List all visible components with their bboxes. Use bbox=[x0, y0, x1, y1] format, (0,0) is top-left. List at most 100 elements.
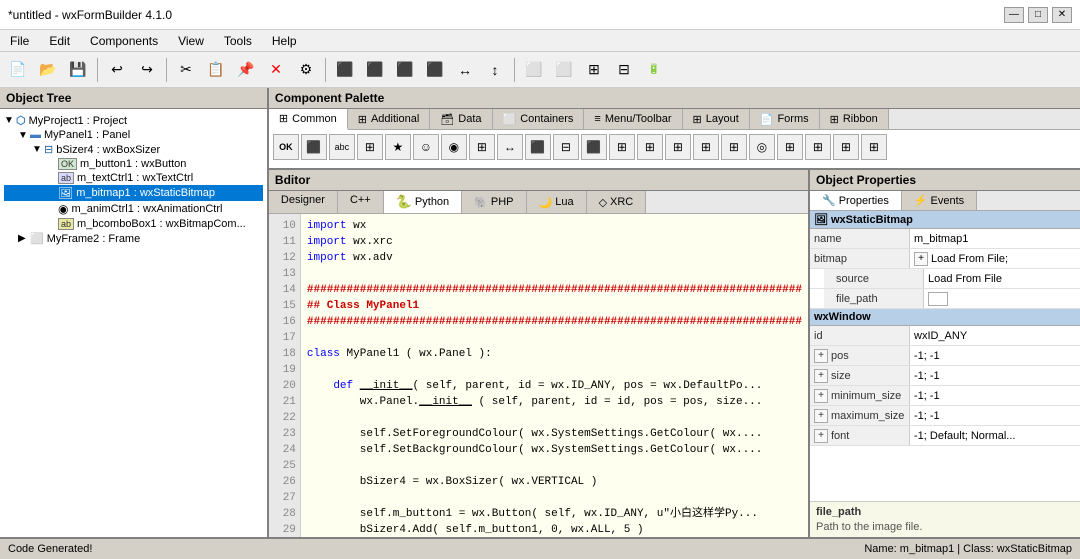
palette-item-10[interactable]: ⬛ bbox=[525, 134, 551, 160]
expand-h-button[interactable]: ↔ bbox=[451, 56, 479, 84]
code-content[interactable]: 10111213 14151617 18192021 22232425 2627… bbox=[269, 214, 808, 537]
palette-tab-additional[interactable]: ⊞ Additional bbox=[348, 109, 431, 129]
cut-button[interactable]: ✂ bbox=[172, 56, 200, 84]
tree-item-project[interactable]: ▼ ⬡ MyProject1 : Project bbox=[4, 113, 263, 128]
prop-filepath-value[interactable] bbox=[924, 289, 1080, 308]
tree-item-button[interactable]: OK m_button1 : wxButton bbox=[4, 157, 263, 171]
panel-button[interactable]: ⬜ bbox=[550, 56, 578, 84]
tab-events[interactable]: ⚡ Events bbox=[902, 191, 977, 210]
tree-panel-label: MyPanel1 : Panel bbox=[44, 129, 130, 141]
code-text[interactable]: import wx import wx.xrc import wx.adv ##… bbox=[301, 214, 808, 537]
menu-help[interactable]: Help bbox=[266, 32, 303, 50]
tab-php[interactable]: 🐘 PHP bbox=[462, 191, 526, 213]
palette-item-6[interactable]: ☺ bbox=[413, 134, 439, 160]
menu-tools[interactable]: Tools bbox=[218, 32, 258, 50]
palette-tab-data[interactable]: 🗃 Data bbox=[430, 109, 492, 129]
palette-item-5[interactable]: ★ bbox=[385, 134, 411, 160]
pos-expand-btn[interactable]: + bbox=[814, 349, 828, 363]
palette-tab-ribbon[interactable]: ⊞ Ribbon bbox=[820, 109, 889, 129]
tree-item-bcombo[interactable]: ab m_bcomboBox1 : wxBitmapCom... bbox=[4, 217, 263, 231]
tab-cpp[interactable]: C++ bbox=[338, 191, 384, 213]
palette-item-21[interactable]: ⊞ bbox=[833, 134, 859, 160]
close-button[interactable]: ✕ bbox=[1052, 7, 1072, 23]
palette-item-abc[interactable]: abc bbox=[329, 134, 355, 160]
palette-item-7[interactable]: ◉ bbox=[441, 134, 467, 160]
delete-button[interactable]: ✕ bbox=[262, 56, 290, 84]
align-right-button[interactable]: ⬛ bbox=[361, 56, 389, 84]
size-expand-btn[interactable]: + bbox=[814, 369, 828, 383]
prop-size-value[interactable]: -1; -1 bbox=[910, 366, 1080, 385]
palette-item-15[interactable]: ⊞ bbox=[665, 134, 691, 160]
battery-button[interactable]: 🔋 bbox=[640, 56, 668, 84]
redo-button[interactable]: ↪ bbox=[133, 56, 161, 84]
tree-toggle-frame2[interactable]: ▶ bbox=[18, 233, 30, 244]
copy-button[interactable]: 📋 bbox=[202, 56, 230, 84]
maxsize-expand-btn[interactable]: + bbox=[814, 409, 828, 423]
palette-item-ok[interactable]: OK bbox=[273, 134, 299, 160]
prop-maxsize-value[interactable]: -1; -1 bbox=[910, 406, 1080, 425]
tree-item-anim[interactable]: ◉ m_animCtrl1 : wxAnimationCtrl bbox=[4, 201, 263, 217]
palette-item-17[interactable]: ⊞ bbox=[721, 134, 747, 160]
palette-item-22[interactable]: ⊞ bbox=[861, 134, 887, 160]
prop-minsize-value[interactable]: -1; -1 bbox=[910, 386, 1080, 405]
minimize-button[interactable]: — bbox=[1004, 7, 1024, 23]
menu-file[interactable]: File bbox=[4, 32, 35, 50]
paste-button[interactable]: 📌 bbox=[232, 56, 260, 84]
menu-edit[interactable]: Edit bbox=[43, 32, 76, 50]
tree-item-panel[interactable]: ▼ ▬ MyPanel1 : Panel bbox=[4, 128, 263, 142]
undo-button[interactable]: ↩ bbox=[103, 56, 131, 84]
bitmap-expand-btn[interactable]: + bbox=[914, 252, 928, 266]
minsize-expand-btn[interactable]: + bbox=[814, 389, 828, 403]
prop-pos-value[interactable]: -1; -1 bbox=[910, 346, 1080, 365]
frame-button[interactable]: ⬜ bbox=[520, 56, 548, 84]
tree-toggle[interactable]: ▼ bbox=[4, 115, 16, 126]
palette-tab-common[interactable]: ⊞ Common bbox=[269, 109, 348, 130]
palette-item-19[interactable]: ⊞ bbox=[777, 134, 803, 160]
palette-item-20[interactable]: ⊞ bbox=[805, 134, 831, 160]
palette-item-14[interactable]: ⊞ bbox=[637, 134, 663, 160]
tree-item-frame2[interactable]: ▶ ⬜ MyFrame2 : Frame bbox=[4, 231, 263, 246]
open-button[interactable]: 📂 bbox=[34, 56, 62, 84]
palette-item-9[interactable]: ↔ bbox=[497, 134, 523, 160]
new-button[interactable]: 📄 bbox=[4, 56, 32, 84]
font-expand-btn[interactable]: + bbox=[814, 429, 828, 443]
palette-item-11[interactable]: ⊟ bbox=[553, 134, 579, 160]
tab-xrc[interactable]: ◇ XRC bbox=[587, 191, 647, 213]
align-top-button[interactable]: ⬛ bbox=[391, 56, 419, 84]
align-bottom-button[interactable]: ⬛ bbox=[421, 56, 449, 84]
palette-item-16[interactable]: ⊞ bbox=[693, 134, 719, 160]
menu-view[interactable]: View bbox=[172, 32, 210, 50]
grid-button[interactable]: ⊞ bbox=[580, 56, 608, 84]
palette-tab-forms[interactable]: 📄 Forms bbox=[750, 109, 820, 129]
palette-item-2[interactable]: ⬛ bbox=[301, 134, 327, 160]
tree-toggle[interactable]: ▼ bbox=[32, 144, 44, 155]
palette-item-13[interactable]: ⊞ bbox=[609, 134, 635, 160]
prop-bitmap-value[interactable]: + Load From File; bbox=[910, 249, 1080, 268]
tree-toggle[interactable]: ▼ bbox=[18, 130, 30, 141]
align-left-button[interactable]: ⬛ bbox=[331, 56, 359, 84]
save-button[interactable]: 💾 bbox=[64, 56, 92, 84]
prop-name-value[interactable]: m_bitmap1 bbox=[910, 229, 1080, 248]
tree-item-textctrl[interactable]: ab m_textCtrl1 : wxTextCtrl bbox=[4, 171, 263, 185]
palette-tab-layout[interactable]: ⊞ Layout bbox=[683, 109, 750, 129]
palette-tab-containers[interactable]: ⬜ Containers bbox=[493, 109, 585, 129]
menu-components[interactable]: Components bbox=[84, 32, 164, 50]
tree-item-sizer[interactable]: ▼ ⊟ bSizer4 : wxBoxSizer bbox=[4, 142, 263, 157]
palette-item-12[interactable]: ⬛ bbox=[581, 134, 607, 160]
palette-item-18[interactable]: ◎ bbox=[749, 134, 775, 160]
tab-properties[interactable]: 🔧 Properties bbox=[810, 191, 902, 210]
maximize-button[interactable]: □ bbox=[1028, 7, 1048, 23]
settings-button[interactable]: ⚙ bbox=[292, 56, 320, 84]
tab-python[interactable]: 🐍 Python bbox=[384, 191, 462, 213]
prop-id-value[interactable]: wxID_ANY bbox=[910, 326, 1080, 345]
palette-tab-menutoolbar[interactable]: ≡ Menu/Toolbar bbox=[584, 109, 682, 129]
tab-lua[interactable]: 🌙 Lua bbox=[527, 191, 587, 213]
palette-item-8[interactable]: ⊞ bbox=[469, 134, 495, 160]
expand-v-button[interactable]: ↕ bbox=[481, 56, 509, 84]
tab-designer[interactable]: Designer bbox=[269, 191, 338, 213]
tree-item-bitmap[interactable]: 🖼 m_bitmap1 : wxStaticBitmap bbox=[4, 185, 263, 201]
palette-item-4[interactable]: ⊞ bbox=[357, 134, 383, 160]
prop-source-value[interactable]: Load From File bbox=[924, 269, 1080, 288]
layout-button[interactable]: ⊟ bbox=[610, 56, 638, 84]
prop-font-value[interactable]: -1; Default; Normal... bbox=[910, 426, 1080, 445]
